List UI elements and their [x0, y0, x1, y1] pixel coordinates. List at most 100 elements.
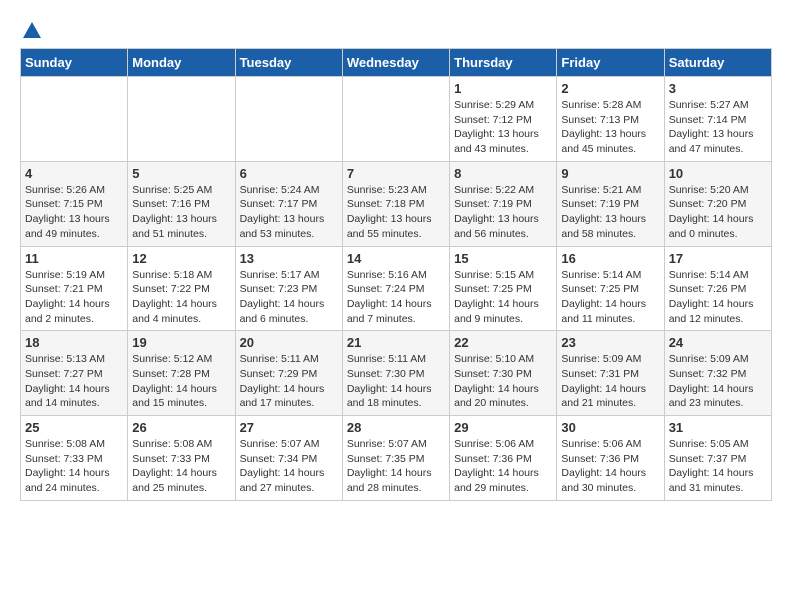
- day-number: 16: [561, 251, 659, 266]
- day-number: 31: [669, 420, 767, 435]
- day-info: Sunrise: 5:24 AM Sunset: 7:17 PM Dayligh…: [240, 183, 338, 242]
- calendar-cell: 2 Sunrise: 5:28 AM Sunset: 7:13 PM Daylig…: [557, 77, 664, 162]
- day-info: Sunrise: 5:14 AM Sunset: 7:25 PM Dayligh…: [561, 268, 659, 327]
- calendar-table: SundayMondayTuesdayWednesdayThursdayFrid…: [20, 48, 772, 501]
- day-number: 5: [132, 166, 230, 181]
- day-info: Sunrise: 5:26 AM Sunset: 7:15 PM Dayligh…: [25, 183, 123, 242]
- day-number: 24: [669, 335, 767, 350]
- calendar-cell: 3 Sunrise: 5:27 AM Sunset: 7:14 PM Daylig…: [664, 77, 771, 162]
- calendar-week-row: 11Sunrise: 5:19 AM Sunset: 7:21 PM Dayli…: [21, 246, 772, 331]
- day-info: Sunrise: 5:19 AM Sunset: 7:21 PM Dayligh…: [25, 268, 123, 327]
- weekday-header-saturday: Saturday: [664, 49, 771, 77]
- calendar-cell: 27 Sunrise: 5:07 AM Sunset: 7:34 PM Dayli…: [235, 416, 342, 501]
- day-number: 21: [347, 335, 445, 350]
- day-info: Sunrise: 5:09 AM Sunset: 7:31 PM Dayligh…: [561, 352, 659, 411]
- day-info: Sunrise: 5:16 AM Sunset: 7:24 PM Dayligh…: [347, 268, 445, 327]
- day-info: Sunrise: 5:06 AM Sunset: 7:36 PM Dayligh…: [454, 437, 552, 496]
- day-info: Sunrise: 5:18 AM Sunset: 7:22 PM Dayligh…: [132, 268, 230, 327]
- weekday-header-monday: Monday: [128, 49, 235, 77]
- weekday-header-friday: Friday: [557, 49, 664, 77]
- day-info: Sunrise: 5:11 AM Sunset: 7:30 PM Dayligh…: [347, 352, 445, 411]
- calendar-week-row: 1 Sunrise: 5:29 AM Sunset: 7:12 PM Daylig…: [21, 77, 772, 162]
- calendar-cell: 1 Sunrise: 5:29 AM Sunset: 7:12 PM Daylig…: [450, 77, 557, 162]
- day-info: Sunrise: 5:27 AM Sunset: 7:14 PM Dayligh…: [669, 98, 767, 157]
- day-info: Sunrise: 5:25 AM Sunset: 7:16 PM Dayligh…: [132, 183, 230, 242]
- day-number: 3: [669, 81, 767, 96]
- day-info: Sunrise: 5:23 AM Sunset: 7:18 PM Dayligh…: [347, 183, 445, 242]
- day-number: 29: [454, 420, 552, 435]
- day-info: Sunrise: 5:17 AM Sunset: 7:23 PM Dayligh…: [240, 268, 338, 327]
- calendar-cell: 4Sunrise: 5:26 AM Sunset: 7:15 PM Daylig…: [21, 161, 128, 246]
- day-info: Sunrise: 5:08 AM Sunset: 7:33 PM Dayligh…: [25, 437, 123, 496]
- calendar-cell: 8 Sunrise: 5:22 AM Sunset: 7:19 PM Daylig…: [450, 161, 557, 246]
- day-number: 30: [561, 420, 659, 435]
- calendar-cell: 30 Sunrise: 5:06 AM Sunset: 7:36 PM Dayli…: [557, 416, 664, 501]
- calendar-cell: 15 Sunrise: 5:15 AM Sunset: 7:25 PM Dayli…: [450, 246, 557, 331]
- day-info: Sunrise: 5:10 AM Sunset: 7:30 PM Dayligh…: [454, 352, 552, 411]
- calendar-cell: 28Sunrise: 5:07 AM Sunset: 7:35 PM Dayli…: [342, 416, 449, 501]
- day-number: 13: [240, 251, 338, 266]
- calendar-cell: 23 Sunrise: 5:09 AM Sunset: 7:31 PM Dayli…: [557, 331, 664, 416]
- day-info: Sunrise: 5:14 AM Sunset: 7:26 PM Dayligh…: [669, 268, 767, 327]
- weekday-header-thursday: Thursday: [450, 49, 557, 77]
- day-number: 27: [240, 420, 338, 435]
- day-info: Sunrise: 5:09 AM Sunset: 7:32 PM Dayligh…: [669, 352, 767, 411]
- calendar-cell: 22Sunrise: 5:10 AM Sunset: 7:30 PM Dayli…: [450, 331, 557, 416]
- day-number: 7: [347, 166, 445, 181]
- day-number: 25: [25, 420, 123, 435]
- calendar-cell: 12 Sunrise: 5:18 AM Sunset: 7:22 PM Dayli…: [128, 246, 235, 331]
- calendar-cell: 20 Sunrise: 5:11 AM Sunset: 7:29 PM Dayli…: [235, 331, 342, 416]
- calendar-cell: 6Sunrise: 5:24 AM Sunset: 7:17 PM Daylig…: [235, 161, 342, 246]
- day-number: 1: [454, 81, 552, 96]
- day-info: Sunrise: 5:20 AM Sunset: 7:20 PM Dayligh…: [669, 183, 767, 242]
- day-info: Sunrise: 5:22 AM Sunset: 7:19 PM Dayligh…: [454, 183, 552, 242]
- calendar-cell: 13 Sunrise: 5:17 AM Sunset: 7:23 PM Dayli…: [235, 246, 342, 331]
- day-info: Sunrise: 5:12 AM Sunset: 7:28 PM Dayligh…: [132, 352, 230, 411]
- calendar-week-row: 18 Sunrise: 5:13 AM Sunset: 7:27 PM Dayli…: [21, 331, 772, 416]
- day-number: 28: [347, 420, 445, 435]
- calendar-cell: 17Sunrise: 5:14 AM Sunset: 7:26 PM Dayli…: [664, 246, 771, 331]
- calendar-cell: 9Sunrise: 5:21 AM Sunset: 7:19 PM Daylig…: [557, 161, 664, 246]
- day-info: Sunrise: 5:08 AM Sunset: 7:33 PM Dayligh…: [132, 437, 230, 496]
- day-info: Sunrise: 5:06 AM Sunset: 7:36 PM Dayligh…: [561, 437, 659, 496]
- day-info: Sunrise: 5:28 AM Sunset: 7:13 PM Dayligh…: [561, 98, 659, 157]
- calendar-week-row: 4Sunrise: 5:26 AM Sunset: 7:15 PM Daylig…: [21, 161, 772, 246]
- calendar-cell: 14Sunrise: 5:16 AM Sunset: 7:24 PM Dayli…: [342, 246, 449, 331]
- calendar-cell: 26 Sunrise: 5:08 AM Sunset: 7:33 PM Dayli…: [128, 416, 235, 501]
- day-number: 26: [132, 420, 230, 435]
- weekday-header-tuesday: Tuesday: [235, 49, 342, 77]
- day-number: 12: [132, 251, 230, 266]
- calendar-cell: 25 Sunrise: 5:08 AM Sunset: 7:33 PM Dayli…: [21, 416, 128, 501]
- calendar-cell: 10Sunrise: 5:20 AM Sunset: 7:20 PM Dayli…: [664, 161, 771, 246]
- day-info: Sunrise: 5:11 AM Sunset: 7:29 PM Dayligh…: [240, 352, 338, 411]
- calendar-cell: [342, 77, 449, 162]
- day-number: 19: [132, 335, 230, 350]
- page-header: [20, 20, 772, 38]
- logo: [20, 20, 44, 38]
- calendar-cell: 11Sunrise: 5:19 AM Sunset: 7:21 PM Dayli…: [21, 246, 128, 331]
- calendar-cell: 24 Sunrise: 5:09 AM Sunset: 7:32 PM Dayli…: [664, 331, 771, 416]
- day-number: 20: [240, 335, 338, 350]
- day-number: 23: [561, 335, 659, 350]
- weekday-header-row: SundayMondayTuesdayWednesdayThursdayFrid…: [21, 49, 772, 77]
- calendar-cell: [128, 77, 235, 162]
- calendar-cell: 19 Sunrise: 5:12 AM Sunset: 7:28 PM Dayli…: [128, 331, 235, 416]
- day-number: 18: [25, 335, 123, 350]
- day-number: 9: [561, 166, 659, 181]
- calendar-cell: 16 Sunrise: 5:14 AM Sunset: 7:25 PM Dayli…: [557, 246, 664, 331]
- logo-icon: [21, 20, 43, 42]
- calendar-week-row: 25 Sunrise: 5:08 AM Sunset: 7:33 PM Dayli…: [21, 416, 772, 501]
- day-number: 8: [454, 166, 552, 181]
- calendar-cell: [21, 77, 128, 162]
- day-number: 2: [561, 81, 659, 96]
- day-info: Sunrise: 5:29 AM Sunset: 7:12 PM Dayligh…: [454, 98, 552, 157]
- calendar-cell: 29 Sunrise: 5:06 AM Sunset: 7:36 PM Dayli…: [450, 416, 557, 501]
- day-info: Sunrise: 5:05 AM Sunset: 7:37 PM Dayligh…: [669, 437, 767, 496]
- day-info: Sunrise: 5:13 AM Sunset: 7:27 PM Dayligh…: [25, 352, 123, 411]
- day-info: Sunrise: 5:07 AM Sunset: 7:34 PM Dayligh…: [240, 437, 338, 496]
- calendar-cell: 5 Sunrise: 5:25 AM Sunset: 7:16 PM Daylig…: [128, 161, 235, 246]
- day-info: Sunrise: 5:15 AM Sunset: 7:25 PM Dayligh…: [454, 268, 552, 327]
- day-number: 15: [454, 251, 552, 266]
- calendar-cell: 21 Sunrise: 5:11 AM Sunset: 7:30 PM Dayli…: [342, 331, 449, 416]
- calendar-cell: 18 Sunrise: 5:13 AM Sunset: 7:27 PM Dayli…: [21, 331, 128, 416]
